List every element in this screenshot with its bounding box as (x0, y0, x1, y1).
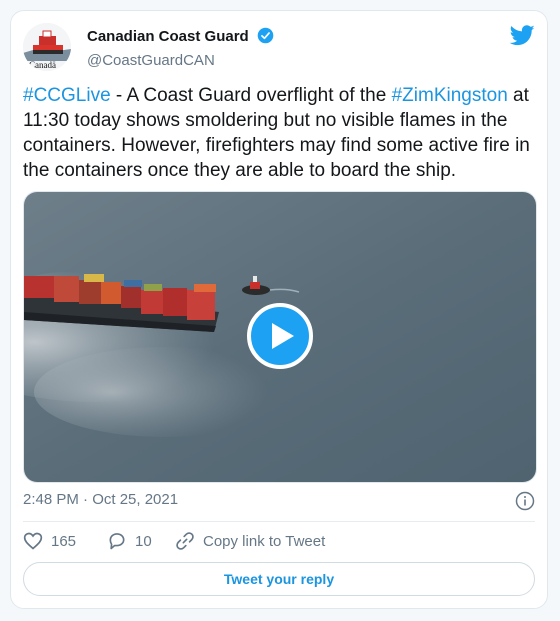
like-count: 165 (51, 532, 77, 550)
author-handle[interactable]: @CoastGuardCAN (87, 52, 274, 69)
play-button[interactable] (247, 303, 313, 369)
author-display-name[interactable]: Canadian Coast Guard (87, 28, 249, 45)
verified-badge-icon (257, 27, 274, 49)
tweet-your-reply-button[interactable]: Tweet your reply (23, 562, 535, 596)
copy-link-button[interactable]: Copy link to Tweet (175, 531, 325, 551)
author-info: Canadian Coast Guard @CoastGuardCAN (87, 27, 274, 69)
copy-link-label: Copy link to Tweet (203, 532, 326, 550)
reply-count: 10 (135, 532, 152, 550)
tweet-text: #CCGLive - A Coast Guard overflight of t… (23, 83, 539, 183)
tweet-actions: 165 10 Copy link to Tweet (23, 531, 535, 553)
twitter-bird-icon[interactable] (509, 25, 535, 51)
avatar[interactable]: Canadä (23, 23, 71, 71)
divider (23, 521, 535, 522)
reply-icon (109, 533, 125, 550)
tweet-text-part-1: - A Coast Guard overflight of the (110, 85, 392, 106)
info-icon[interactable] (515, 491, 535, 515)
tweet-meta: 2:48 PM · Oct 25, 2021 (23, 491, 535, 513)
like-button[interactable]: 165 (23, 531, 76, 551)
tweet-timestamp[interactable]: 2:48 PM · Oct 25, 2021 (23, 491, 178, 508)
play-icon (272, 323, 294, 349)
reply-button[interactable]: 10 (107, 531, 152, 551)
tweet-header: Canadä Canadian Coast Guard @CoastGuardC… (23, 23, 535, 71)
video-thumbnail[interactable] (23, 191, 537, 483)
link-icon (176, 532, 194, 550)
hashtag-ccglive[interactable]: #CCGLive (23, 85, 111, 106)
heart-icon (23, 532, 43, 550)
avatar-wordmark: Canadä (29, 60, 56, 70)
hashtag-zimkingston[interactable]: #ZimKingston (392, 85, 508, 106)
tweet-card: Canadä Canadian Coast Guard @CoastGuardC… (10, 10, 548, 609)
